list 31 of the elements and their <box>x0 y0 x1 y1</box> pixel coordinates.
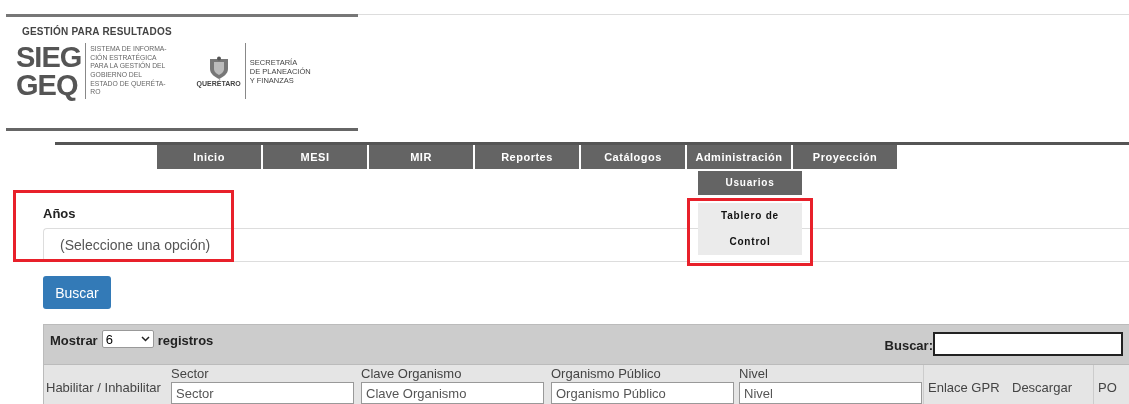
chevron-down-icon <box>140 336 150 342</box>
column-header: PO <box>1098 379 1118 395</box>
search-button[interactable]: Buscar <box>43 276 111 309</box>
column-header: Sector <box>171 366 210 381</box>
nav-menu-item[interactable]: MIR <box>369 145 473 169</box>
column-header: Clave Organismo <box>361 366 463 381</box>
page-size-select[interactable]: 6 <box>101 330 154 348</box>
submenu-item[interactable]: Usuarios <box>698 171 802 195</box>
nav-menu-item[interactable]: Inicio <box>157 145 261 169</box>
nav-menu-item[interactable]: Proyección <box>793 145 897 169</box>
column-filter-field[interactable]: Sector <box>171 382 354 404</box>
show-label: Mostrar <box>50 333 98 348</box>
table-search-field[interactable] <box>933 332 1123 356</box>
nav-menu-item[interactable]: Administración <box>687 145 791 169</box>
column-header: Descargar <box>1012 379 1073 395</box>
column-header: Nivel <box>739 366 769 381</box>
column-header: Habilitar / Inhabilitar <box>46 379 162 395</box>
nav-menu-item[interactable]: MESI <box>263 145 367 169</box>
search-label: Buscar: <box>884 338 933 353</box>
logo-wordmark: SIEG GEQ <box>16 43 82 99</box>
logo-tagline: GESTIÓN PARA RESULTADOS <box>22 26 173 37</box>
column-filter-field[interactable]: Nivel <box>739 382 922 404</box>
column-header: Organismo Público <box>551 366 662 381</box>
nav-menu-item[interactable]: Catálogos <box>581 145 685 169</box>
column-filter-field[interactable]: Clave Organismo <box>361 382 544 404</box>
records-label: registros <box>157 333 214 348</box>
field-label: Años <box>43 206 76 221</box>
column-header: Enlace GPR <box>928 379 1001 395</box>
submenu-item[interactable]: Tablero de Control <box>698 203 802 255</box>
nav-menu-item[interactable]: Reportes <box>475 145 579 169</box>
column-filter-field[interactable]: Organismo Público <box>551 382 734 404</box>
